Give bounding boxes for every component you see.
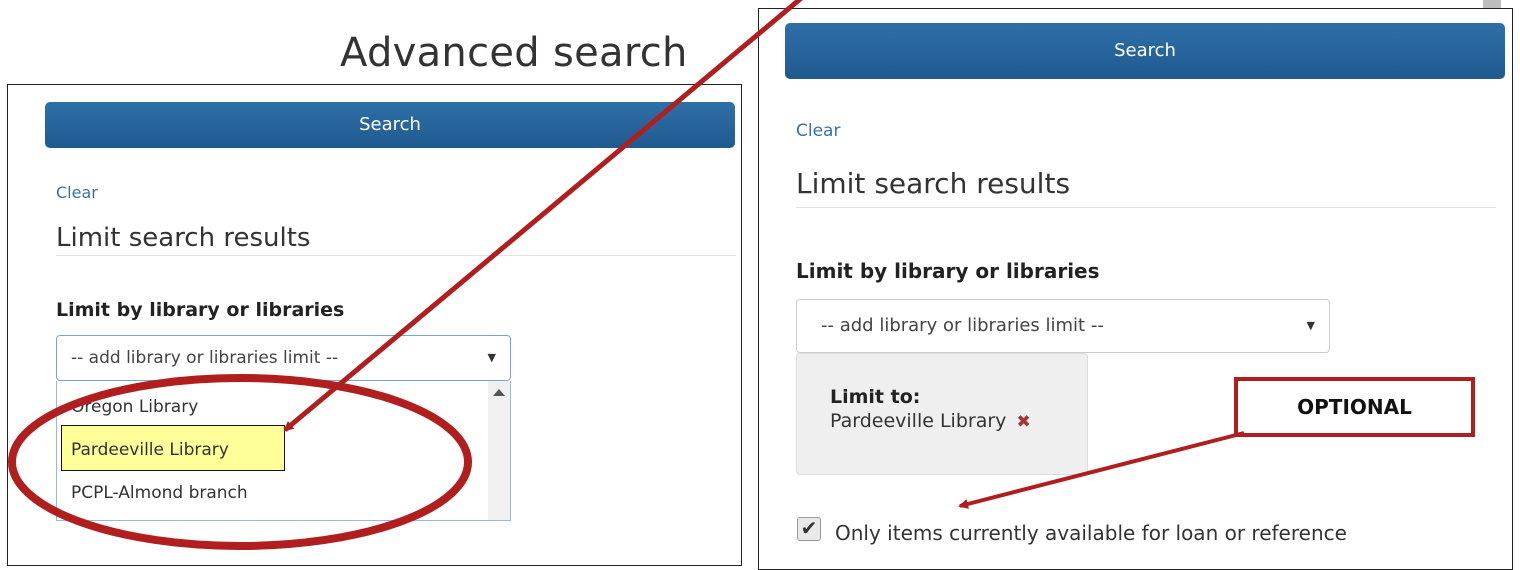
available-checkbox[interactable]: ✔ (797, 517, 821, 541)
limit-by-label: Limit by library or libraries (56, 299, 345, 321)
divider (56, 255, 736, 256)
library-select[interactable]: -- add library or libraries limit -- ▼ (56, 335, 511, 381)
clear-link[interactable]: Clear (796, 121, 840, 141)
dropdown-scrollbar[interactable] (488, 381, 510, 520)
limit-to-value: Pardeeville Library (830, 410, 1007, 432)
limit-heading: Limit search results (56, 223, 311, 253)
scrollbar-edge (1483, 0, 1501, 8)
option-pcpl-almond[interactable]: PCPL-Almond branch (71, 483, 248, 503)
select-value: -- add library or libraries limit -- (71, 348, 339, 368)
select-value: -- add library or libraries limit -- (821, 315, 1104, 336)
left-screenshot-panel: Search Clear Limit search results Limit … (7, 84, 742, 566)
remove-limit-icon[interactable]: ✖ (1016, 412, 1030, 432)
page-title: Advanced search (340, 30, 688, 76)
library-dropdown-list[interactable]: Oregon Library Pardeeville Library PCPL-… (56, 381, 511, 521)
available-label: Only items currently available for loan … (835, 521, 1347, 545)
limit-to-box: Limit to: Pardeeville Library ✖ (796, 353, 1088, 475)
search-button[interactable]: Search (785, 23, 1505, 79)
clear-link[interactable]: Clear (56, 183, 98, 202)
optional-callout: OPTIONAL (1234, 377, 1475, 437)
chevron-down-icon: ▼ (1306, 319, 1315, 332)
limit-to-label: Limit to: (830, 386, 921, 408)
chevron-down-icon: ▼ (487, 351, 496, 364)
library-select[interactable]: -- add library or libraries limit -- ▼ (796, 299, 1330, 353)
limit-by-label: Limit by library or libraries (796, 259, 1100, 283)
scroll-up-icon[interactable] (493, 389, 505, 396)
search-button[interactable]: Search (45, 102, 735, 148)
option-oregon[interactable]: Oregon Library (71, 397, 198, 417)
option-pardeeville[interactable]: Pardeeville Library (71, 440, 229, 460)
limit-heading: Limit search results (796, 167, 1071, 200)
right-screenshot-panel: Search Clear Limit search results Limit … (758, 8, 1513, 570)
divider (796, 207, 1496, 208)
